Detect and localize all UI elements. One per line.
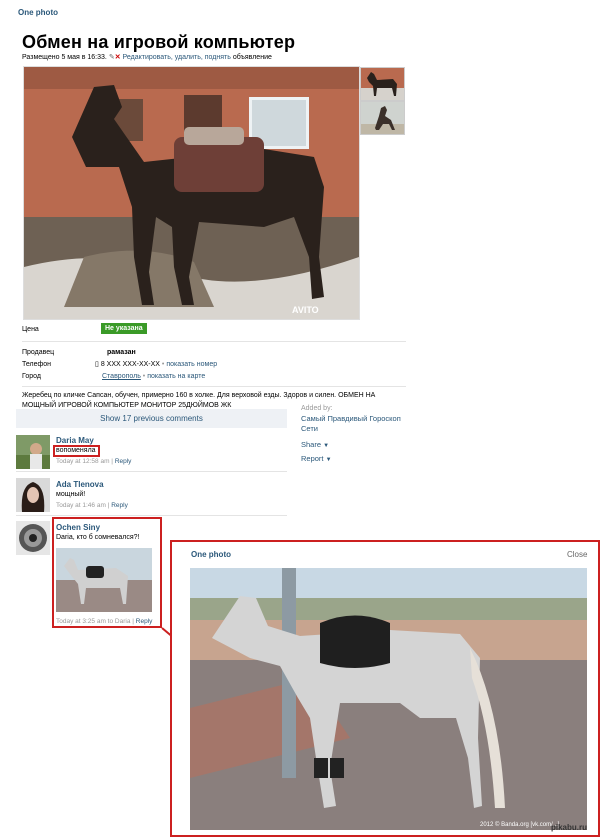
one-photo-link[interactable]: One photo	[18, 8, 58, 17]
city-row: Ставрополь • показать на карте	[102, 373, 205, 380]
ad-meta: Размещено 5 мая в 16:33. ✎✕ Редактироват…	[22, 53, 272, 61]
avatar[interactable]	[16, 521, 50, 555]
group-link[interactable]: Самый Правдивый Гороскоп Сети	[301, 414, 411, 434]
comment-time: Today at 1:46 am	[56, 502, 106, 509]
popup-title: One photo	[191, 550, 231, 559]
share-menu[interactable]: Share ▼	[301, 440, 329, 449]
avito-watermark: AVITO	[292, 305, 319, 315]
phone-icon: ▯	[95, 361, 99, 368]
chevron-down-icon: ▼	[325, 457, 332, 463]
gray-horse-photo-image: 2012 © Banda.org [vk.com/...]	[190, 568, 587, 830]
comment-meta: Today at 1:46 am | Reply	[56, 502, 128, 509]
gray-horse-thumbnail-image	[56, 548, 152, 612]
thumbnail-rearing-horse-image	[361, 102, 404, 134]
report-menu[interactable]: Report ▼	[301, 454, 332, 463]
ad-main-photo[interactable]: AVITO	[23, 66, 360, 320]
thumbnail-2[interactable]	[360, 101, 405, 135]
popup-watermark: 2012 © Banda.org [vk.com/...]	[480, 821, 560, 828]
thumbnail-horse-image	[361, 68, 404, 100]
thumbnail-1[interactable]	[360, 67, 405, 101]
reply-link[interactable]: Reply	[115, 458, 132, 465]
comment-author[interactable]: Daria May	[56, 436, 94, 445]
show-previous-comments[interactable]: Show 17 previous comments	[16, 409, 287, 428]
comment-text: мощный!	[56, 491, 86, 498]
avatar-ochen-image	[16, 521, 50, 555]
map-link-prefix: •	[142, 373, 146, 380]
phone-row: ▯ 8 XXX XXX-XX-XX • показать номер	[95, 360, 217, 368]
show-number-link[interactable]: показать номер	[166, 361, 217, 368]
close-button[interactable]: Close	[567, 550, 587, 559]
comment-meta: Today at 3:25 am to Daria | Reply	[56, 618, 153, 625]
seller-label: Продавец	[22, 349, 55, 356]
ad-title: Обмен на игровой компьютер	[22, 32, 296, 52]
city-label: Город	[22, 373, 41, 380]
chevron-down-icon: ▼	[323, 443, 330, 449]
comment-author[interactable]: Ada Tlenova	[56, 480, 104, 489]
added-by-label: Added by:	[301, 405, 333, 412]
popup-photo: 2012 © Banda.org [vk.com/...]	[190, 568, 587, 830]
phone-label: Телефон	[22, 361, 52, 368]
comment-attached-photo[interactable]	[56, 548, 152, 612]
comment-time: Today at 12:58 am	[56, 458, 110, 465]
price-label: Цена	[22, 326, 39, 333]
avatar[interactable]	[16, 478, 50, 512]
horse-photo-image: AVITO	[24, 67, 359, 319]
phone-link-prefix: •	[161, 361, 165, 368]
meta-suffix: объявление	[232, 54, 272, 61]
comment-author[interactable]: Ochen Siny	[56, 523, 100, 532]
pikabu-watermark: pikabu.ru	[551, 823, 588, 832]
ad-description: Жеребец по кличке Сапсан, обучен, пример…	[22, 392, 376, 409]
seller-name: рамазан	[107, 349, 136, 356]
reply-link[interactable]: Reply	[111, 502, 128, 509]
avatar-ada-image	[16, 478, 50, 512]
price-badge: Не указана	[101, 323, 147, 334]
comment-time: Today at 3:25 am to Daria	[56, 618, 131, 625]
posted-date: Размещено 5 мая в 16:33.	[22, 54, 107, 61]
comment-text: Daria, кто б сомневался?!	[56, 534, 140, 541]
show-on-map-link[interactable]: показать на карте	[147, 373, 205, 380]
comment-text: вопоменяла	[56, 447, 96, 454]
edit-ad-link[interactable]: Редактировать, удалить, поднять	[123, 54, 231, 61]
delete-icon: ✕	[114, 54, 121, 61]
avatar-daria-image	[16, 435, 50, 469]
comment-meta: Today at 12:58 am | Reply	[56, 458, 132, 465]
city-link[interactable]: Ставрополь	[102, 373, 141, 380]
phone-number: 8 XXX XXX-XX-XX	[100, 361, 160, 368]
avatar[interactable]	[16, 435, 50, 469]
